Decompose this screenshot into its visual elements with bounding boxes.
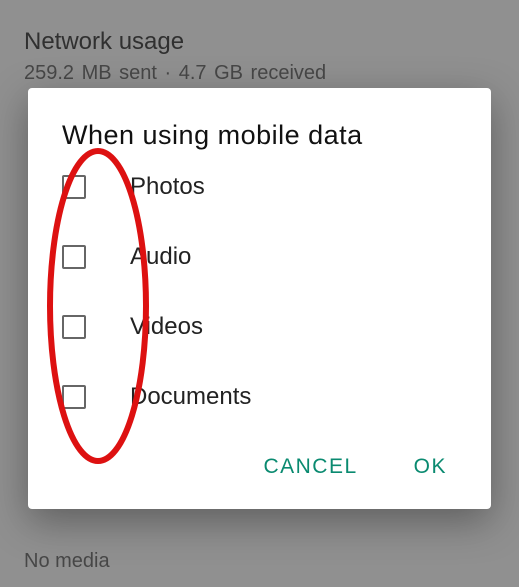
ok-button[interactable]: OK — [410, 449, 451, 485]
checkbox-videos[interactable] — [62, 315, 86, 339]
option-label: Documents — [130, 383, 251, 411]
checkbox-audio[interactable] — [62, 245, 86, 269]
option-label: Audio — [130, 243, 191, 271]
options-list: Photos Audio Videos Documents — [62, 173, 457, 411]
mobile-data-dialog: When using mobile data Photos Audio Vide… — [28, 88, 491, 509]
option-row-documents[interactable]: Documents — [62, 383, 457, 411]
option-row-audio[interactable]: Audio — [62, 243, 457, 271]
option-label: Photos — [130, 173, 205, 201]
dialog-actions: CANCEL OK — [62, 449, 457, 491]
cancel-button[interactable]: CANCEL — [259, 449, 361, 485]
dialog-title: When using mobile data — [62, 120, 457, 151]
checkbox-documents[interactable] — [62, 385, 86, 409]
option-row-videos[interactable]: Videos — [62, 313, 457, 341]
option-label: Videos — [130, 313, 203, 341]
checkbox-photos[interactable] — [62, 175, 86, 199]
option-row-photos[interactable]: Photos — [62, 173, 457, 201]
